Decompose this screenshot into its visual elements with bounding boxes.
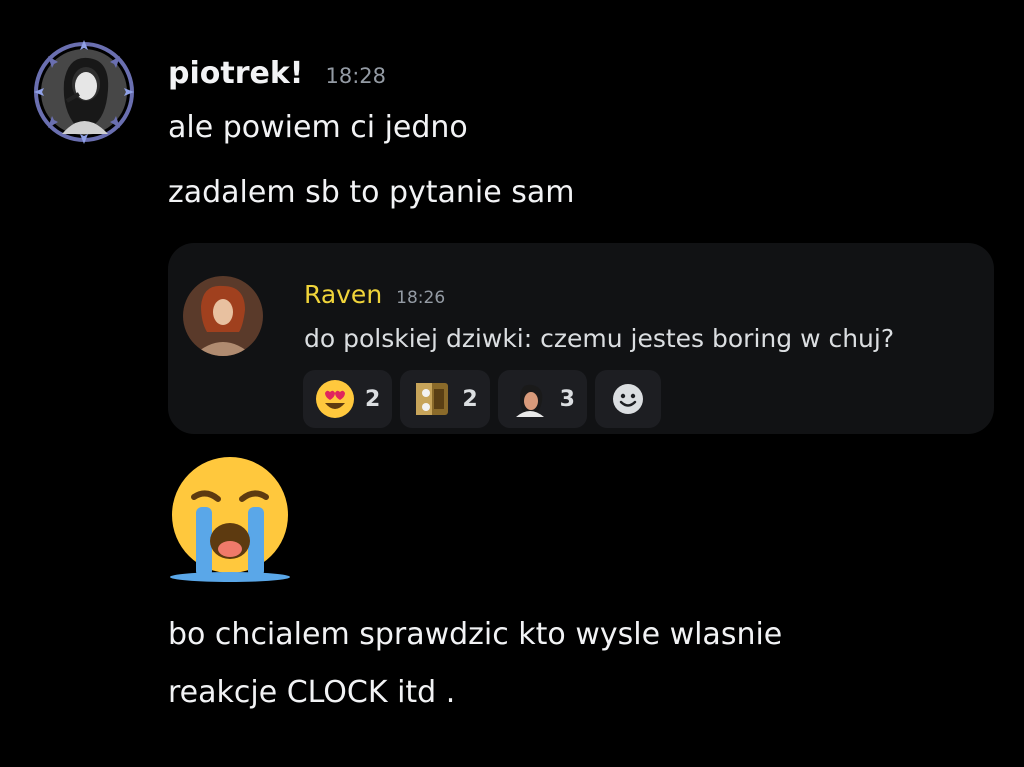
message-line: zadalem sb to pytanie sam [168,175,575,210]
embed-username[interactable]: Raven [304,280,382,309]
reaction-count: 2 [365,386,381,412]
reaction-count: 3 [559,386,575,412]
custom-emoji-icon [416,383,449,415]
loudly-crying-face-icon [166,455,294,583]
embed-timestamp: 18:26 [396,288,446,308]
embed-header: Raven 18:26 [304,280,445,309]
user-avatar[interactable] [32,38,136,146]
avatar-decoration-icon [34,40,134,144]
add-reaction-button[interactable] [594,370,661,428]
reaction-custom-face[interactable]: 3 [497,370,587,428]
embed-text: do polskiej dziwki: czemu jestes boring … [304,324,895,353]
message-line: reakcje CLOCK itd . [168,675,456,710]
username[interactable]: piotrek! [168,56,303,91]
message-line: bo chcialem sprawdzic kto wysle wlasnie [168,617,783,652]
reaction-custom[interactable]: 2 [400,370,490,428]
custom-face-emoji-icon [513,383,546,417]
embed-avatar[interactable] [183,276,263,356]
reactions-bar: 2 2 3 [303,370,661,428]
smiley-add-reaction-icon [612,384,643,414]
heart-eyes-face-icon [316,380,354,418]
message-timestamp: 18:28 [325,64,387,88]
reaction-heart-eyes[interactable]: 2 [303,370,393,428]
embed-avatar-image-icon [183,276,263,356]
message-header: piotrek! 18:28 [168,56,386,91]
message-line: ale powiem ci jedno [168,110,468,145]
embedded-message[interactable]: Raven 18:26 do polskiej dziwki: czemu je… [168,243,994,434]
reaction-count: 2 [462,386,478,412]
